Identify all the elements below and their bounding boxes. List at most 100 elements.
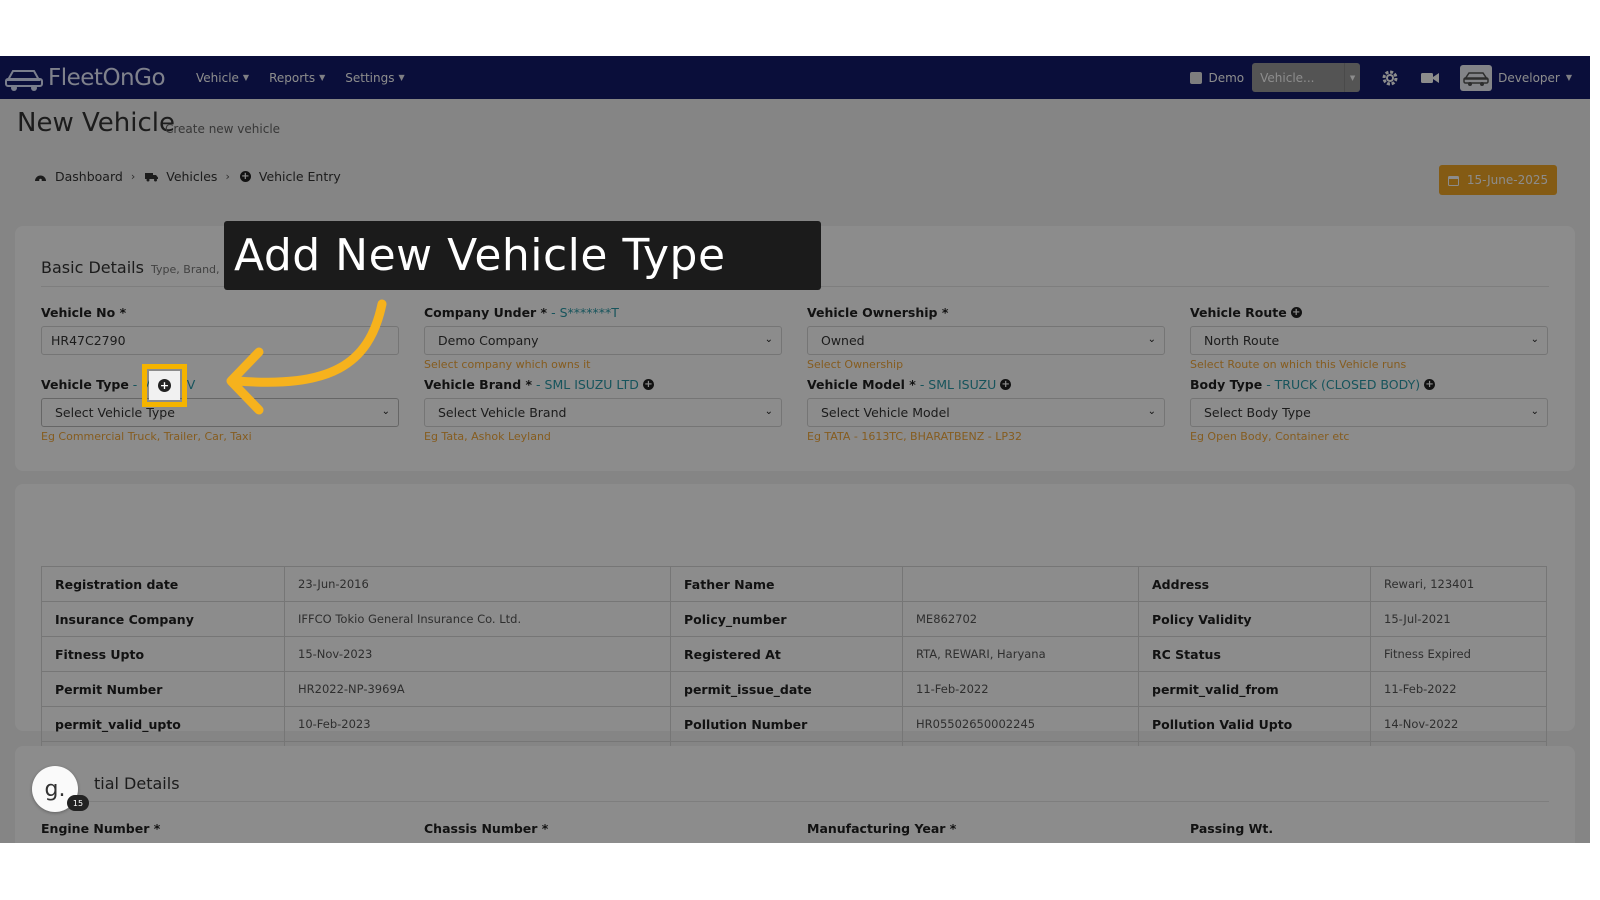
company-select[interactable]: Demo Company ⌄ (424, 326, 782, 355)
chassis-number-label: Chassis Number * (424, 821, 549, 836)
top-navbar: FleetOnGo Vehicle ▼ Reports ▼ Settings ▼… (0, 56, 1590, 99)
breadcrumb-dashboard[interactable]: Dashboard (34, 169, 123, 184)
vehicle-brand-label: Vehicle Brand * - SML ISUZU LTD + (424, 377, 782, 392)
menu-vehicle-label: Vehicle (196, 70, 239, 85)
add-body-type-icon[interactable]: + (1424, 379, 1436, 390)
gear-icon[interactable] (1380, 68, 1400, 88)
company-hint: Select company which owns it (424, 358, 591, 371)
vehicle-type-select-value: Select Vehicle Type (55, 405, 175, 420)
body-type-label-text: Body Type (1190, 377, 1263, 392)
table-key-cell: Address (1138, 566, 1371, 602)
body-type-select-value: Select Body Type (1204, 405, 1311, 420)
table-row: Fitness Upto 15-Nov-2023 Registered At RTA,… (41, 636, 1547, 672)
chevron-down-icon: ⌄ (1147, 334, 1156, 345)
table-value-cell: HR2022-NP-3969A (284, 671, 671, 707)
table-value-cell: 15-Nov-2023 (284, 636, 671, 672)
table-value-cell: ME862702 (902, 601, 1139, 637)
passing-weight-label: Passing Wt. (1190, 821, 1274, 836)
tutorial-callout: Add New Vehicle Type (224, 221, 821, 290)
vehicle-brand-select[interactable]: Select Vehicle Brand ⌄ (424, 398, 782, 427)
breadcrumb-vehicles-label: Vehicles (166, 169, 218, 184)
table-value-cell: 10-Feb-2023 (284, 706, 671, 742)
breadcrumb-dashboard-label: Dashboard (55, 169, 123, 184)
table-value-cell: 11-Feb-2022 (902, 671, 1139, 707)
chevron-down-icon: ▼ (319, 73, 326, 82)
add-vehicle-type-button[interactable]: + (149, 371, 180, 400)
avatar (1460, 64, 1493, 91)
guide-count-badge: 15 (67, 795, 89, 811)
table-value-cell: 15-Jul-2021 (1370, 601, 1547, 637)
table-row: Permit Number HR2022-NP-3969A permit_issue… (41, 671, 1547, 707)
date-picker-button[interactable]: 15-June-2025 (1439, 165, 1557, 195)
page-subtitle: Create new vehicle (165, 122, 281, 136)
menu-vehicle[interactable]: Vehicle ▼ (196, 71, 249, 85)
table-key-cell: permit_valid_from (1138, 671, 1371, 707)
car-avatar-icon (1463, 71, 1489, 86)
truck-logo-icon (5, 70, 43, 91)
ownership-field: Vehicle Ownership * Owned ⌄ Select Owner… (807, 305, 1165, 371)
vehicle-model-select[interactable]: Select Vehicle Model ⌄ (807, 398, 1165, 427)
section-divider (41, 801, 1549, 802)
table-value-cell (902, 566, 1139, 602)
plus-circle-icon: + (158, 379, 171, 392)
brand-name: FleetOnGo (48, 65, 166, 91)
body-type-label-extra: - TRUCK (CLOSED BODY) (1266, 377, 1421, 392)
calendar-icon (1447, 175, 1459, 186)
vehicle-type-hint: Eg Commercial Truck, Trailer, Car, Taxi (41, 430, 252, 443)
chevron-down-icon: ⌄ (1530, 406, 1539, 417)
table-value-cell: HR05502650002245 (902, 706, 1139, 742)
user-menu[interactable]: Developer ▼ (1460, 64, 1572, 91)
table-key-cell: Pollution Number (670, 706, 903, 742)
vehicle-brand-label-text: Vehicle Brand * (424, 377, 533, 392)
truck-icon (145, 173, 159, 182)
menu-reports[interactable]: Reports ▼ (269, 71, 325, 85)
add-brand-icon[interactable]: + (642, 379, 654, 390)
table-row: permit_valid_upto 10-Feb-2023 Pollution Nu… (41, 706, 1547, 742)
basic-details-title: Basic Details (41, 258, 144, 277)
tutorial-arrow-icon (226, 299, 387, 415)
body-type-select[interactable]: Select Body Type ⌄ (1190, 398, 1548, 427)
date-value: 15-June-2025 (1466, 173, 1549, 187)
vehicle-type-label-extra-tail: V (186, 377, 196, 392)
route-label: Vehicle Route + (1190, 305, 1548, 320)
video-camera-icon[interactable] (1420, 68, 1440, 88)
vehicle-search-select[interactable]: Vehicle... ▼ (1252, 63, 1361, 92)
table-value-cell: 23-Jun-2016 (284, 566, 671, 602)
table-key-cell: Policy Validity (1138, 601, 1371, 637)
vehicle-brand-field: Vehicle Brand * - SML ISUZU LTD + Select… (424, 377, 782, 443)
table-key-cell: Permit Number (41, 671, 285, 707)
app-screenshot: FleetOnGo Vehicle ▼ Reports ▼ Settings ▼… (0, 56, 1590, 843)
table-value-cell: IFFCO Tokio General Insurance Co. Ltd. (284, 601, 671, 637)
route-select-value: North Route (1204, 333, 1280, 348)
breadcrumb-vehicles[interactable]: Vehicles (145, 169, 217, 184)
table-key-cell: Pollution Valid Upto (1138, 706, 1371, 742)
chevron-down-icon: ▼ (398, 73, 405, 82)
dashboard-icon (35, 175, 46, 182)
demo-toggle[interactable]: Demo (1190, 71, 1244, 85)
table-key-cell: Father Name (670, 566, 903, 602)
table-key-cell: Policy_number (670, 601, 903, 637)
chevron-down-icon: ▼ (242, 73, 250, 82)
chevron-down-icon: ⌄ (1530, 334, 1539, 345)
add-model-icon[interactable]: + (1000, 379, 1012, 390)
vehicle-model-field: Vehicle Model * - SML ISUZU + Select Veh… (807, 377, 1165, 443)
demo-checkbox[interactable] (1190, 71, 1203, 84)
body-type-label: Body Type - TRUCK (CLOSED BODY) + (1190, 377, 1548, 392)
chevron-down-icon: ⌄ (1147, 406, 1156, 417)
menu-settings[interactable]: Settings ▼ (345, 71, 404, 85)
company-field: Company Under * - S*******T Demo Company… (424, 305, 782, 371)
vehicle-model-label: Vehicle Model * - SML ISUZU + (807, 377, 1165, 392)
add-route-icon[interactable]: + (1290, 307, 1302, 318)
main-menu: Vehicle ▼ Reports ▼ Settings ▼ (196, 56, 405, 99)
ownership-select[interactable]: Owned ⌄ (807, 326, 1165, 355)
demo-label: Demo (1208, 70, 1245, 85)
route-field: Vehicle Route + North Route ⌄ Select Rou… (1190, 305, 1548, 371)
vehicle-brand-hint: Eg Tata, Ashok Leyland (424, 430, 551, 443)
brand-logo[interactable]: FleetOnGo (4, 61, 166, 95)
vehicle-brand-label-extra: - SML ISUZU LTD (536, 377, 639, 392)
route-select[interactable]: North Route ⌄ (1190, 326, 1548, 355)
ownership-label: Vehicle Ownership * (807, 305, 949, 320)
table-key-cell: permit_valid_upto (41, 706, 285, 742)
body-type-field: Body Type - TRUCK (CLOSED BODY) + Select… (1190, 377, 1548, 443)
rc-details-card: Registration date 23-Jun-2016 Father Name A… (15, 484, 1575, 777)
